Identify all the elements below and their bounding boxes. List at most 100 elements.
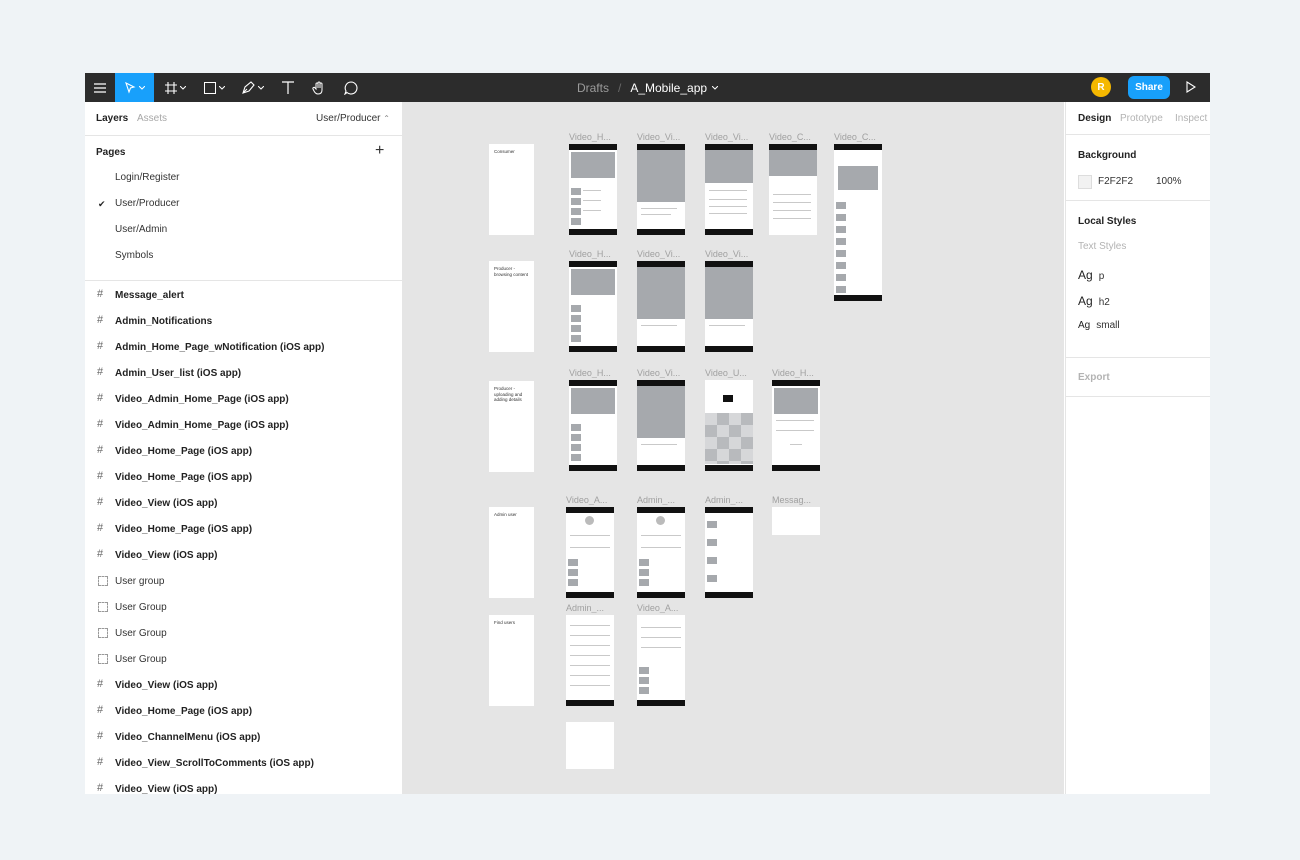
frame-video-home-thumb[interactable] xyxy=(569,380,617,471)
add-page-plus-icon[interactable]: + xyxy=(375,143,384,159)
avatar[interactable]: R xyxy=(1091,77,1111,97)
layer-row[interactable]: # Video_Home_Page (iOS app) xyxy=(85,464,402,490)
frame-video-home-thumb[interactable] xyxy=(772,380,820,471)
pen-tool-icon[interactable] xyxy=(237,73,269,102)
frame-video-upload-thumb[interactable] xyxy=(705,380,753,471)
layer-row[interactable]: User group xyxy=(85,568,402,594)
page-item-user-producer[interactable]: User/Producer xyxy=(115,198,179,209)
text-style-h2[interactable]: Ag h2 xyxy=(1078,294,1110,308)
frame-label[interactable]: Video_A... xyxy=(566,495,618,505)
text-style-small[interactable]: Ag small xyxy=(1078,320,1120,331)
frame-label[interactable]: Video_C... xyxy=(769,132,821,142)
layer-row[interactable]: # Admin_Notifications xyxy=(85,308,402,334)
frame-label[interactable]: Admin_... xyxy=(566,603,618,613)
section-card-consumer[interactable]: Consumer xyxy=(489,144,534,235)
frame-video-view-thumb[interactable] xyxy=(637,261,685,352)
divider xyxy=(85,280,402,281)
layer-row[interactable]: # Video_View (iOS app) xyxy=(85,672,402,698)
layer-row[interactable]: # Video_Admin_Home_Page (iOS app) xyxy=(85,412,402,438)
frame-label[interactable]: Video_Vi... xyxy=(705,132,757,142)
page-item-login-register[interactable]: Login/Register xyxy=(115,172,179,183)
frame-label[interactable]: Video_Vi... xyxy=(637,249,689,259)
page-item-user-admin[interactable]: User/Admin xyxy=(115,224,167,235)
shape-tool-icon[interactable] xyxy=(199,73,229,102)
frame-icon: # xyxy=(97,548,104,560)
frame-admin-home-notification-thumb[interactable] xyxy=(637,507,685,598)
tab-prototype[interactable]: Prototype xyxy=(1120,113,1163,124)
canvas[interactable]: Consumer Producer - browsing content Pro… xyxy=(403,102,1064,794)
frame-label[interactable]: Video_H... xyxy=(569,132,621,142)
toolbar: Drafts / A_Mobile_app R Share xyxy=(85,73,1210,102)
current-page-selector[interactable]: User/Producer ⌃ xyxy=(316,113,390,124)
layer-row[interactable]: # Video_View (iOS app) xyxy=(85,542,402,568)
frame-video-channel-thumb[interactable] xyxy=(769,144,817,235)
background-header: Background xyxy=(1078,150,1137,161)
layer-row[interactable]: User Group xyxy=(85,594,402,620)
frame-tool-icon[interactable] xyxy=(160,73,190,102)
hand-tool-icon[interactable] xyxy=(308,73,330,102)
frame-message-alert-thumb[interactable] xyxy=(772,507,820,535)
layer-row[interactable]: # Admin_User_list (iOS app) xyxy=(85,360,402,386)
frame-video-channel-menu-thumb[interactable] xyxy=(834,144,882,301)
layer-row[interactable]: # Video_Home_Page (iOS app) xyxy=(85,516,402,542)
frame-video-view-thumb[interactable] xyxy=(637,380,685,471)
file-name-dropdown[interactable]: A_Mobile_app xyxy=(630,81,719,95)
export-header[interactable]: Export xyxy=(1078,372,1110,383)
frame-label[interactable]: Video_Vi... xyxy=(637,132,689,142)
layer-row[interactable]: # Video_Home_Page (iOS app) xyxy=(85,438,402,464)
section-card-admin-user[interactable]: Admin user xyxy=(489,507,534,598)
frame-icon: # xyxy=(97,470,104,482)
tab-design[interactable]: Design xyxy=(1078,113,1111,124)
section-card-find-users[interactable]: Find users xyxy=(489,615,534,706)
text-style-p[interactable]: Ag p xyxy=(1078,268,1104,282)
background-hex-input[interactable]: F2F2F2 xyxy=(1098,176,1133,187)
tab-assets[interactable]: Assets xyxy=(137,113,167,124)
breadcrumb-drafts[interactable]: Drafts xyxy=(577,81,609,95)
layer-row[interactable]: # Message_alert xyxy=(85,282,402,308)
layer-row[interactable]: # Video_View_ScrollToComments (iOS app) xyxy=(85,750,402,776)
layer-label: Video_Home_Page (iOS app) xyxy=(115,705,253,717)
frame-video-view-thumb[interactable] xyxy=(705,261,753,352)
frame-video-home-thumb[interactable] xyxy=(569,144,617,235)
layer-row[interactable]: User Group xyxy=(85,620,402,646)
layer-row[interactable]: # Video_ChannelMenu (iOS app) xyxy=(85,724,402,750)
layer-row[interactable]: # Admin_Home_Page_wNotification (iOS app) xyxy=(85,334,402,360)
background-opacity-input[interactable]: 100% xyxy=(1156,176,1182,187)
frame-label[interactable]: Video_Vi... xyxy=(637,368,689,378)
frame-label[interactable]: Video_U... xyxy=(705,368,757,378)
layer-row[interactable]: # Video_View (iOS app) xyxy=(85,776,402,795)
background-color-swatch[interactable] xyxy=(1078,175,1092,189)
page-item-symbols[interactable]: Symbols xyxy=(115,250,153,261)
frame-video-view-thumb[interactable] xyxy=(705,144,753,235)
tab-inspect[interactable]: Inspect xyxy=(1175,113,1207,124)
layer-row[interactable]: # Video_Home_Page (iOS app) xyxy=(85,698,402,724)
section-card-producer-uploading[interactable]: Producer - uploading and adding details xyxy=(489,381,534,472)
frame-label[interactable]: Video_H... xyxy=(569,368,621,378)
frame-video-admin-home-thumb[interactable] xyxy=(566,507,614,598)
frame-label[interactable]: Video_H... xyxy=(569,249,621,259)
frame-label[interactable]: Video_Vi... xyxy=(705,249,757,259)
frame-label[interactable]: Video_C... xyxy=(834,132,886,142)
frame-channel-menu-thumb[interactable] xyxy=(566,722,614,769)
layer-row[interactable]: # Video_View (iOS app) xyxy=(85,490,402,516)
frame-label[interactable]: Messag... xyxy=(772,495,824,505)
frame-video-home-thumb[interactable] xyxy=(569,261,617,352)
frame-label[interactable]: Video_A... xyxy=(637,603,689,613)
frame-label[interactable]: Admin_... xyxy=(637,495,689,505)
comment-tool-icon[interactable] xyxy=(340,73,362,102)
tab-layers[interactable]: Layers xyxy=(96,113,128,124)
frame-label[interactable]: Video_H... xyxy=(772,368,824,378)
hamburger-icon[interactable] xyxy=(85,73,115,102)
layer-row[interactable]: # Video_Admin_Home_Page (iOS app) xyxy=(85,386,402,412)
move-tool-icon[interactable] xyxy=(115,73,154,102)
layer-row[interactable]: User Group xyxy=(85,646,402,672)
share-button[interactable]: Share xyxy=(1128,76,1170,99)
frame-video-admin-home-thumb[interactable] xyxy=(637,615,685,706)
section-card-producer-browsing[interactable]: Producer - browsing content xyxy=(489,261,534,352)
present-play-icon[interactable] xyxy=(1186,80,1197,98)
text-tool-icon[interactable] xyxy=(277,73,299,102)
frame-label[interactable]: Admin_... xyxy=(705,495,757,505)
frame-admin-notifications-thumb[interactable] xyxy=(705,507,753,598)
frame-video-view-thumb[interactable] xyxy=(637,144,685,235)
frame-admin-user-list-thumb[interactable] xyxy=(566,615,614,706)
